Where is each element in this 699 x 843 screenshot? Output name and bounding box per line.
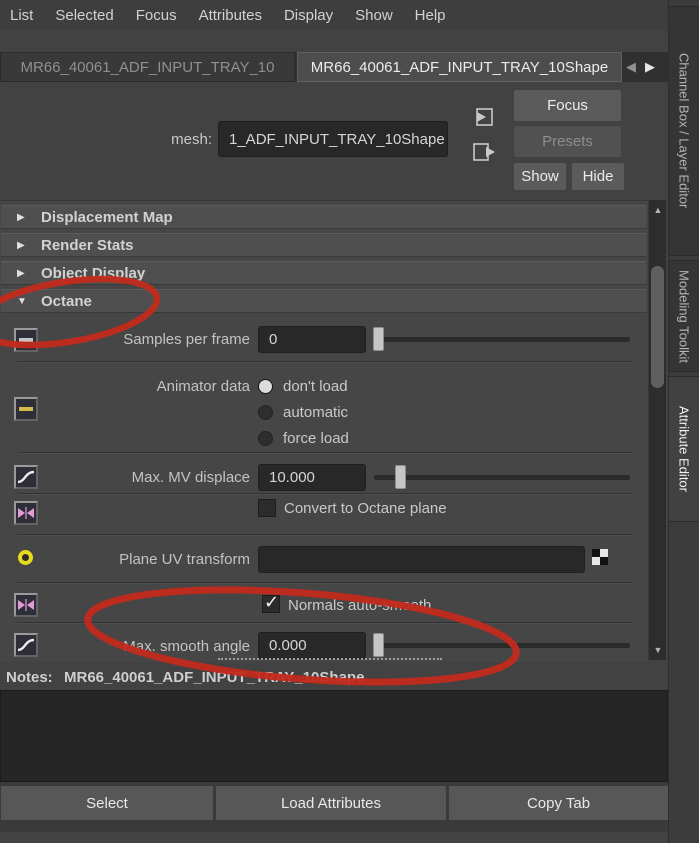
section-title: Displacement Map bbox=[41, 208, 173, 226]
node-tab-strip: MR66_40061_ADF_INPUT_TRAY_10 MR66_40061_… bbox=[0, 52, 668, 82]
max-mv-displace-label: Max. MV displace bbox=[131, 469, 250, 486]
select-button[interactable]: Select bbox=[1, 786, 213, 820]
section-render-stats[interactable]: ▶ Render Stats bbox=[1, 233, 646, 257]
attr-bool-icon bbox=[14, 593, 38, 617]
section-displacement-map[interactable]: ▶ Displacement Map bbox=[1, 205, 646, 229]
sidebar-tab-attribute-editor[interactable]: Attribute Editor bbox=[669, 376, 699, 522]
max-smooth-angle-label: Max. smooth angle bbox=[123, 638, 250, 655]
attribute-editor-window: List Selected Focus Attributes Display S… bbox=[0, 0, 699, 843]
attribute-scroll-area: ▶ Displacement Map ▶ Render Stats ▶ Obje… bbox=[0, 200, 648, 662]
menu-item-display[interactable]: Display bbox=[284, 7, 333, 24]
normals-auto-smooth-checkbox[interactable]: ✓ bbox=[262, 592, 280, 613]
menu-item-attributes[interactable]: Attributes bbox=[199, 7, 262, 24]
samples-per-frame-label: Samples per frame bbox=[123, 331, 250, 348]
attr-int-icon bbox=[14, 328, 38, 352]
hide-button[interactable]: Hide bbox=[572, 163, 624, 190]
notes-label: Notes: bbox=[6, 669, 53, 686]
sidebar-tab-modeling-toolkit[interactable]: Modeling Toolkit bbox=[669, 260, 699, 372]
convert-plane-label[interactable]: Convert to Octane plane bbox=[284, 500, 447, 517]
scroll-up-icon[interactable]: ▲ bbox=[649, 202, 667, 218]
radio-force-load-label[interactable]: force load bbox=[283, 430, 349, 447]
mesh-label: mesh: bbox=[171, 131, 212, 148]
collapsed-arrow-icon: ▶ bbox=[17, 267, 25, 279]
collapsed-arrow-icon: ▶ bbox=[17, 211, 25, 223]
attr-enum-icon bbox=[14, 397, 38, 421]
pane-resize-handle[interactable] bbox=[218, 656, 442, 660]
menu-item-selected[interactable]: Selected bbox=[55, 7, 113, 24]
max-mv-displace-slider[interactable] bbox=[374, 475, 630, 480]
section-title: Render Stats bbox=[41, 236, 134, 254]
attr-curve-icon bbox=[14, 465, 38, 489]
map-checker-button[interactable] bbox=[592, 549, 608, 565]
max-smooth-angle-slider[interactable] bbox=[374, 643, 630, 648]
attr-bool-icon bbox=[14, 501, 38, 525]
attr-curve-icon bbox=[14, 633, 38, 657]
radio-dont-load-label[interactable]: don't load bbox=[283, 378, 348, 395]
radio-force-load[interactable] bbox=[258, 431, 273, 446]
load-attributes-button[interactable]: Load Attributes bbox=[216, 786, 446, 820]
section-title: Object Display bbox=[41, 264, 146, 282]
section-title: Octane bbox=[41, 292, 92, 310]
row-divider bbox=[18, 582, 632, 584]
show-button[interactable]: Show bbox=[514, 163, 566, 190]
animator-data-label: Animator data bbox=[156, 378, 250, 395]
load-attributes-in-icon[interactable] bbox=[470, 104, 496, 130]
sidebar-tab-channel-box[interactable]: Channel Box / Layer Editor bbox=[669, 6, 699, 256]
row-divider bbox=[18, 534, 632, 536]
max-smooth-angle-field[interactable] bbox=[258, 632, 366, 659]
copy-attributes-out-icon[interactable] bbox=[470, 139, 496, 165]
convert-plane-checkbox[interactable] bbox=[258, 499, 276, 517]
attr-connection-icon bbox=[18, 550, 33, 565]
menu-item-show[interactable]: Show bbox=[355, 7, 393, 24]
menu-bar: List Selected Focus Attributes Display S… bbox=[0, 0, 668, 30]
notes-node-name: MR66_40061_ADF_INPUT_TRAY_10Shape bbox=[64, 669, 365, 686]
row-divider bbox=[18, 361, 632, 363]
bottom-strip bbox=[0, 832, 668, 843]
presets-button[interactable]: Presets bbox=[514, 126, 621, 157]
plane-uv-transform-field[interactable] bbox=[258, 546, 585, 573]
samples-per-frame-slider[interactable] bbox=[374, 337, 630, 342]
tab-shape-node[interactable]: MR66_40061_ADF_INPUT_TRAY_10Shape bbox=[297, 52, 622, 82]
menu-item-help[interactable]: Help bbox=[415, 7, 446, 24]
collapsed-arrow-icon: ▶ bbox=[17, 239, 25, 251]
copy-tab-button[interactable]: Copy Tab bbox=[449, 786, 668, 820]
normals-auto-smooth-label[interactable]: Normals auto-smooth bbox=[288, 597, 431, 614]
tab-scroll-right-icon[interactable]: ▶ bbox=[645, 52, 661, 82]
samples-per-frame-slider-handle[interactable] bbox=[373, 327, 384, 351]
tab-transform-node[interactable]: MR66_40061_ADF_INPUT_TRAY_10 bbox=[0, 52, 295, 82]
row-divider bbox=[18, 622, 632, 624]
radio-automatic[interactable] bbox=[258, 405, 273, 420]
notes-textarea[interactable] bbox=[0, 690, 668, 782]
section-object-display[interactable]: ▶ Object Display bbox=[1, 261, 646, 285]
vertical-scrollbar[interactable]: ▲ ▼ bbox=[648, 200, 666, 660]
right-dock-sidebar: Channel Box / Layer Editor Modeling Tool… bbox=[668, 0, 699, 843]
plane-uv-transform-label: Plane UV transform bbox=[119, 551, 250, 568]
radio-dont-load[interactable] bbox=[258, 379, 273, 394]
section-octane[interactable]: ▼ Octane bbox=[1, 289, 646, 313]
max-smooth-angle-slider-handle[interactable] bbox=[373, 633, 384, 657]
check-icon: ✓ bbox=[264, 592, 280, 612]
max-mv-displace-field[interactable] bbox=[258, 464, 366, 491]
scrollbar-thumb[interactable] bbox=[651, 266, 664, 388]
samples-per-frame-field[interactable] bbox=[258, 326, 366, 353]
row-divider bbox=[18, 452, 632, 454]
menu-item-list[interactable]: List bbox=[10, 7, 33, 24]
radio-automatic-label[interactable]: automatic bbox=[283, 404, 348, 421]
mesh-name-field[interactable] bbox=[218, 121, 448, 157]
scroll-down-icon[interactable]: ▼ bbox=[649, 642, 667, 658]
expanded-arrow-icon: ▼ bbox=[17, 295, 27, 307]
menu-item-focus[interactable]: Focus bbox=[136, 7, 177, 24]
focus-button[interactable]: Focus bbox=[514, 90, 621, 121]
max-mv-displace-slider-handle[interactable] bbox=[395, 465, 406, 489]
tab-scroll-left-icon[interactable]: ◀ bbox=[626, 52, 640, 82]
row-divider bbox=[18, 493, 632, 495]
